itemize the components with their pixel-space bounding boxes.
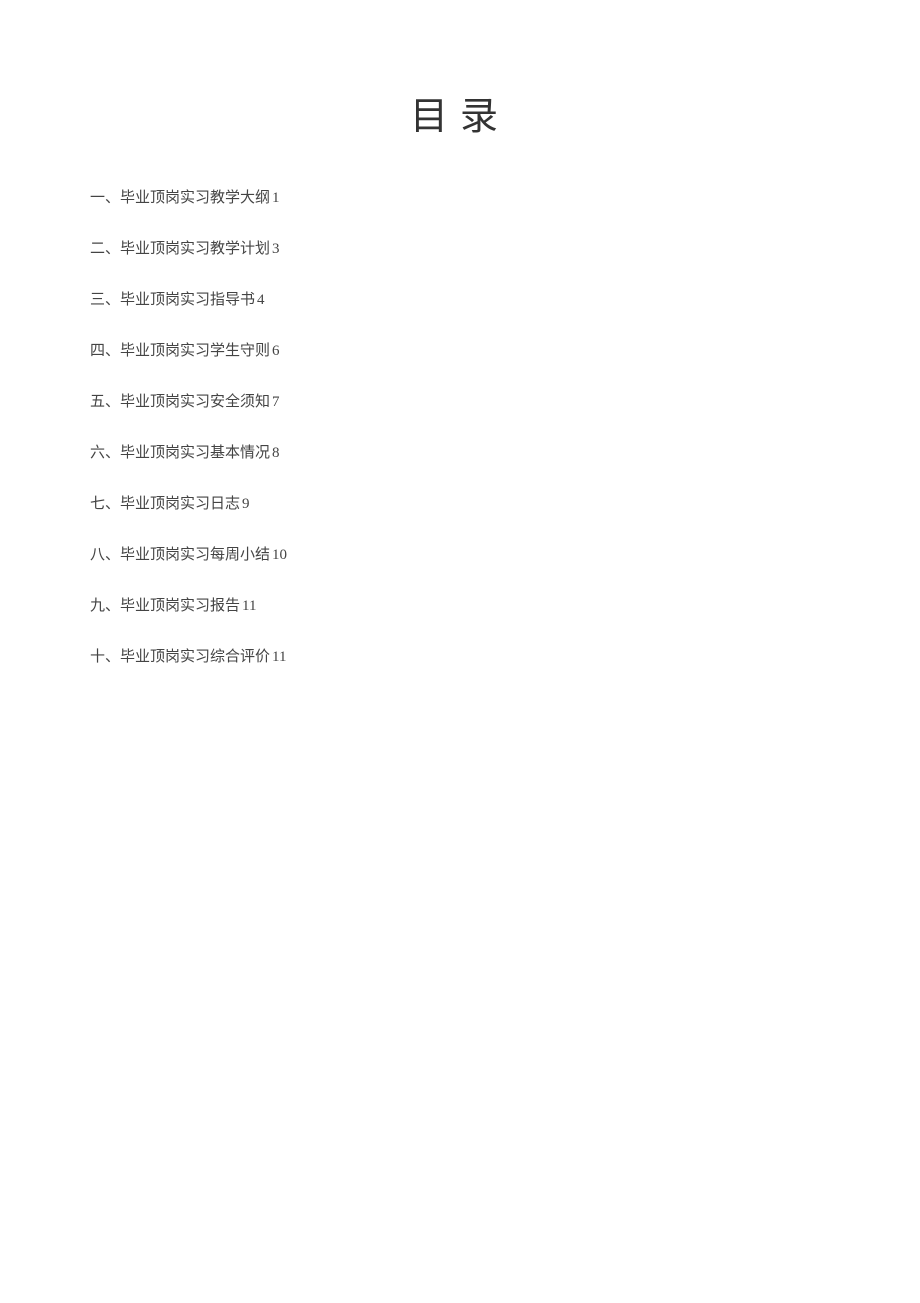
toc-item: 六、毕业顶岗实习基本情况8 — [90, 443, 830, 464]
page-title: 目录 — [90, 85, 830, 140]
toc-item: 二、毕业顶岗实习教学计划3 — [90, 239, 830, 260]
toc-item-page: 8 — [272, 445, 280, 461]
toc-item-page: 11 — [242, 598, 256, 614]
toc-item-label: 四、毕业顶岗实习学生守则 — [90, 343, 270, 359]
toc-item-page: 10 — [272, 547, 287, 563]
toc-item-page: 6 — [272, 343, 280, 359]
toc-item-page: 4 — [257, 292, 265, 308]
toc-item-page: 7 — [272, 394, 280, 410]
toc-item: 三、毕业顶岗实习指导书4 — [90, 290, 830, 311]
toc-item-label: 八、毕业顶岗实习每周小结 — [90, 547, 270, 563]
toc-item: 四、毕业顶岗实习学生守则6 — [90, 341, 830, 362]
toc-item-label: 三、毕业顶岗实习指导书 — [90, 292, 255, 308]
toc-item-label: 九、毕业顶岗实习报告 — [90, 598, 240, 614]
table-of-contents: 一、毕业顶岗实习教学大纲1 二、毕业顶岗实习教学计划3 三、毕业顶岗实习指导书4… — [90, 188, 830, 668]
toc-item-label: 一、毕业顶岗实习教学大纲 — [90, 190, 270, 206]
toc-item-label: 十、毕业顶岗实习综合评价 — [90, 649, 270, 665]
toc-item: 五、毕业顶岗实习安全须知7 — [90, 392, 830, 413]
toc-item: 一、毕业顶岗实习教学大纲1 — [90, 188, 830, 209]
toc-item-label: 五、毕业顶岗实习安全须知 — [90, 394, 270, 410]
toc-item-label: 六、毕业顶岗实习基本情况 — [90, 445, 270, 461]
toc-item-label: 七、毕业顶岗实习日志 — [90, 496, 240, 512]
toc-item: 七、毕业顶岗实习日志9 — [90, 494, 830, 515]
toc-item: 八、毕业顶岗实习每周小结10 — [90, 545, 830, 566]
toc-item-page: 9 — [242, 496, 250, 512]
toc-item-page: 3 — [272, 241, 280, 257]
toc-item: 十、毕业顶岗实习综合评价11 — [90, 647, 830, 668]
toc-item: 九、毕业顶岗实习报告11 — [90, 596, 830, 617]
toc-item-label: 二、毕业顶岗实习教学计划 — [90, 241, 270, 257]
toc-item-page: 1 — [272, 190, 280, 206]
toc-item-page: 11 — [272, 649, 286, 665]
